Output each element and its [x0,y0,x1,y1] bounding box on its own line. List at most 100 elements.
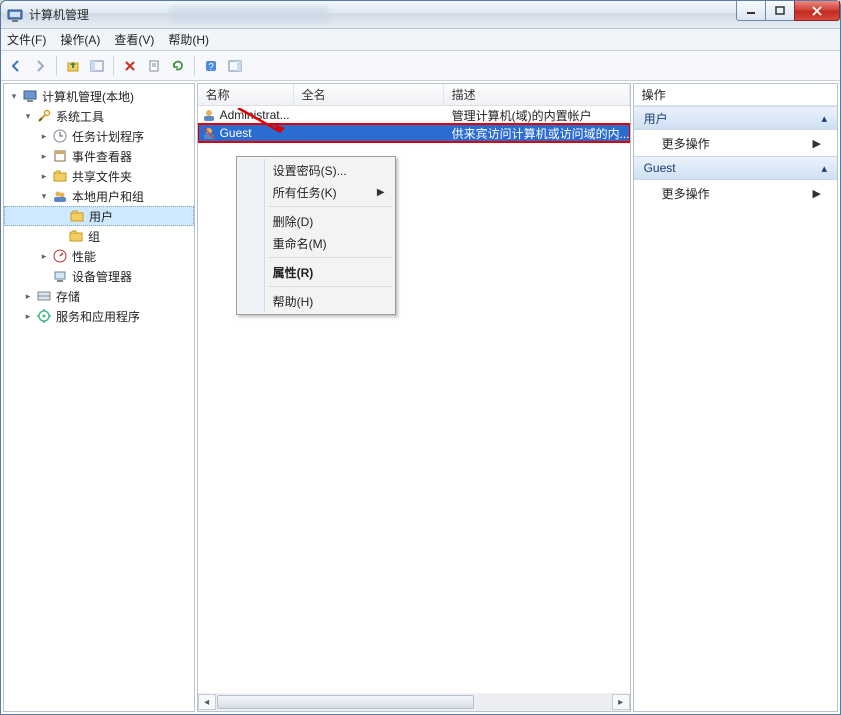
services-icon [36,308,52,324]
performance-icon [52,248,68,264]
tree-shared-folders[interactable]: ▸ 共享文件夹 [4,166,194,186]
tree-storage[interactable]: ▸ 存储 [4,286,194,306]
action-more-guest[interactable]: 更多操作 ▶ [634,180,837,206]
titlebar-blur [169,6,329,24]
window-title: 计算机管理 [29,6,89,23]
action-label: 更多操作 [662,185,710,202]
tree-label: 任务计划程序 [72,128,144,145]
submenu-arrow-icon: ▶ [377,187,385,198]
body-panes: ▾ 计算机管理(本地) ▾ 系统工具 ▸ 任务计划程序 ▸ 事件 [1,81,840,714]
scroll-left-button[interactable]: ◂ [198,694,216,710]
tree-device-manager[interactable]: ▸ 设备管理器 [4,266,194,286]
tree-label: 设备管理器 [72,268,132,285]
refresh-button[interactable] [167,55,189,77]
scroll-right-button[interactable]: ▸ [612,694,630,710]
ctx-label: 所有任务(K) [273,184,337,201]
tree-system-tools[interactable]: ▾ 系统工具 [4,106,194,126]
ctx-label: 删除(D) [273,213,314,230]
titlebar[interactable]: 计算机管理 [1,1,840,29]
clock-icon [52,128,68,144]
user-name: Guest [220,126,252,140]
tree-root[interactable]: ▾ 计算机管理(本地) [4,86,194,106]
scroll-track[interactable] [216,694,612,710]
back-button[interactable] [5,55,27,77]
tree-users[interactable]: ▸ 用户 [4,206,194,226]
ctx-delete[interactable]: 删除(D) [239,210,393,232]
context-menu: 设置密码(S)... 所有任务(K) ▶ 删除(D) 重命名(M) 属性(R) 帮… [236,156,396,315]
scroll-thumb[interactable] [217,695,474,709]
col-desc[interactable]: 描述 [444,84,630,105]
ctx-label: 重命名(M) [273,235,327,252]
tree-groups[interactable]: ▸ 组 [4,226,194,246]
actions-pane: 操作 用户 ▴ 更多操作 ▶ Guest ▴ 更多操作 ▶ [633,83,838,712]
window-controls [737,1,840,21]
submenu-arrow-icon: ▶ [813,137,821,150]
section-label: Guest [644,161,676,175]
actions-title: 操作 [634,84,837,106]
tree-label: 存储 [56,288,80,305]
show-hide-tree-button[interactable] [86,55,108,77]
users-list-pane: 名称 全名 描述 Administrat... 管理计算机(域)的内置帐户 G [197,83,631,712]
tree-label: 服务和应用程序 [56,308,140,325]
close-button[interactable] [794,1,840,21]
minimize-button[interactable] [736,1,766,21]
menu-help[interactable]: 帮助(H) [168,31,209,48]
svg-text:?: ? [208,62,214,73]
collapse-arrow-icon: ▴ [821,112,827,125]
menu-action[interactable]: 操作(A) [60,31,100,48]
tree-performance[interactable]: ▸ 性能 [4,246,194,266]
user-row-admin[interactable]: Administrat... 管理计算机(域)的内置帐户 [198,106,630,124]
user-disabled-icon [202,126,216,140]
console-tree[interactable]: ▾ 计算机管理(本地) ▾ 系统工具 ▸ 任务计划程序 ▸ 事件 [4,86,194,326]
computer-icon [22,88,38,104]
horizontal-scrollbar[interactable]: ◂ ▸ [198,693,630,711]
user-desc: 管理计算机(域)的内置帐户 [444,107,630,124]
tree-label: 共享文件夹 [72,168,132,185]
menu-view[interactable]: 查看(V) [114,31,154,48]
tree-event-viewer[interactable]: ▸ 事件查看器 [4,146,194,166]
maximize-button[interactable] [765,1,795,21]
tree-label: 系统工具 [56,108,104,125]
tree-label: 事件查看器 [72,148,132,165]
ctx-set-password[interactable]: 设置密码(S)... [239,159,393,181]
ctx-label: 设置密码(S)... [273,162,347,179]
ctx-properties[interactable]: 属性(R) [239,261,393,283]
menu-file[interactable]: 文件(F) [7,31,46,48]
ctx-rename[interactable]: 重命名(M) [239,232,393,254]
toolbar-separator [113,56,114,76]
show-action-pane-button[interactable] [224,55,246,77]
actions-section-guest[interactable]: Guest ▴ [634,156,837,180]
action-more-users[interactable]: 更多操作 ▶ [634,130,837,156]
forward-button[interactable] [29,55,51,77]
actions-section-users[interactable]: 用户 ▴ [634,106,837,130]
list-header: 名称 全名 描述 [198,84,630,106]
ctx-all-tasks[interactable]: 所有任务(K) ▶ [239,181,393,203]
tree-label: 用户 [89,208,113,225]
computer-management-window: 计算机管理 文件(F) 操作(A) 查看(V) 帮助(H) [0,0,841,715]
delete-button[interactable] [119,55,141,77]
col-name[interactable]: 名称 [198,84,294,105]
folder-icon [68,228,84,244]
list-rows: Administrat... 管理计算机(域)的内置帐户 Guest 供来宾访问… [198,106,630,693]
help-button[interactable]: ? [200,55,222,77]
ctx-separator [269,286,391,287]
ctx-separator [269,206,391,207]
tree-root-label: 计算机管理(本地) [42,88,134,105]
ctx-help[interactable]: 帮助(H) [239,290,393,312]
tree-label: 组 [88,228,100,245]
collapse-arrow-icon: ▴ [821,162,827,175]
menubar: 文件(F) 操作(A) 查看(V) 帮助(H) [1,29,840,51]
action-label: 更多操作 [662,135,710,152]
tree-local-users-groups[interactable]: ▾ 本地用户和组 [4,186,194,206]
up-button[interactable] [62,55,84,77]
user-icon [202,108,216,122]
tree-task-scheduler[interactable]: ▸ 任务计划程序 [4,126,194,146]
ctx-label: 帮助(H) [273,293,314,310]
properties-button[interactable] [143,55,165,77]
section-label: 用户 [644,110,668,127]
tree-services[interactable]: ▸ 服务和应用程序 [4,306,194,326]
tree-label: 性能 [72,248,96,265]
col-fullname[interactable]: 全名 [294,84,444,105]
tree-pane: ▾ 计算机管理(本地) ▾ 系统工具 ▸ 任务计划程序 ▸ 事件 [3,83,195,712]
user-row-guest[interactable]: Guest 供来宾访问计算机或访问域的内... [198,124,630,142]
